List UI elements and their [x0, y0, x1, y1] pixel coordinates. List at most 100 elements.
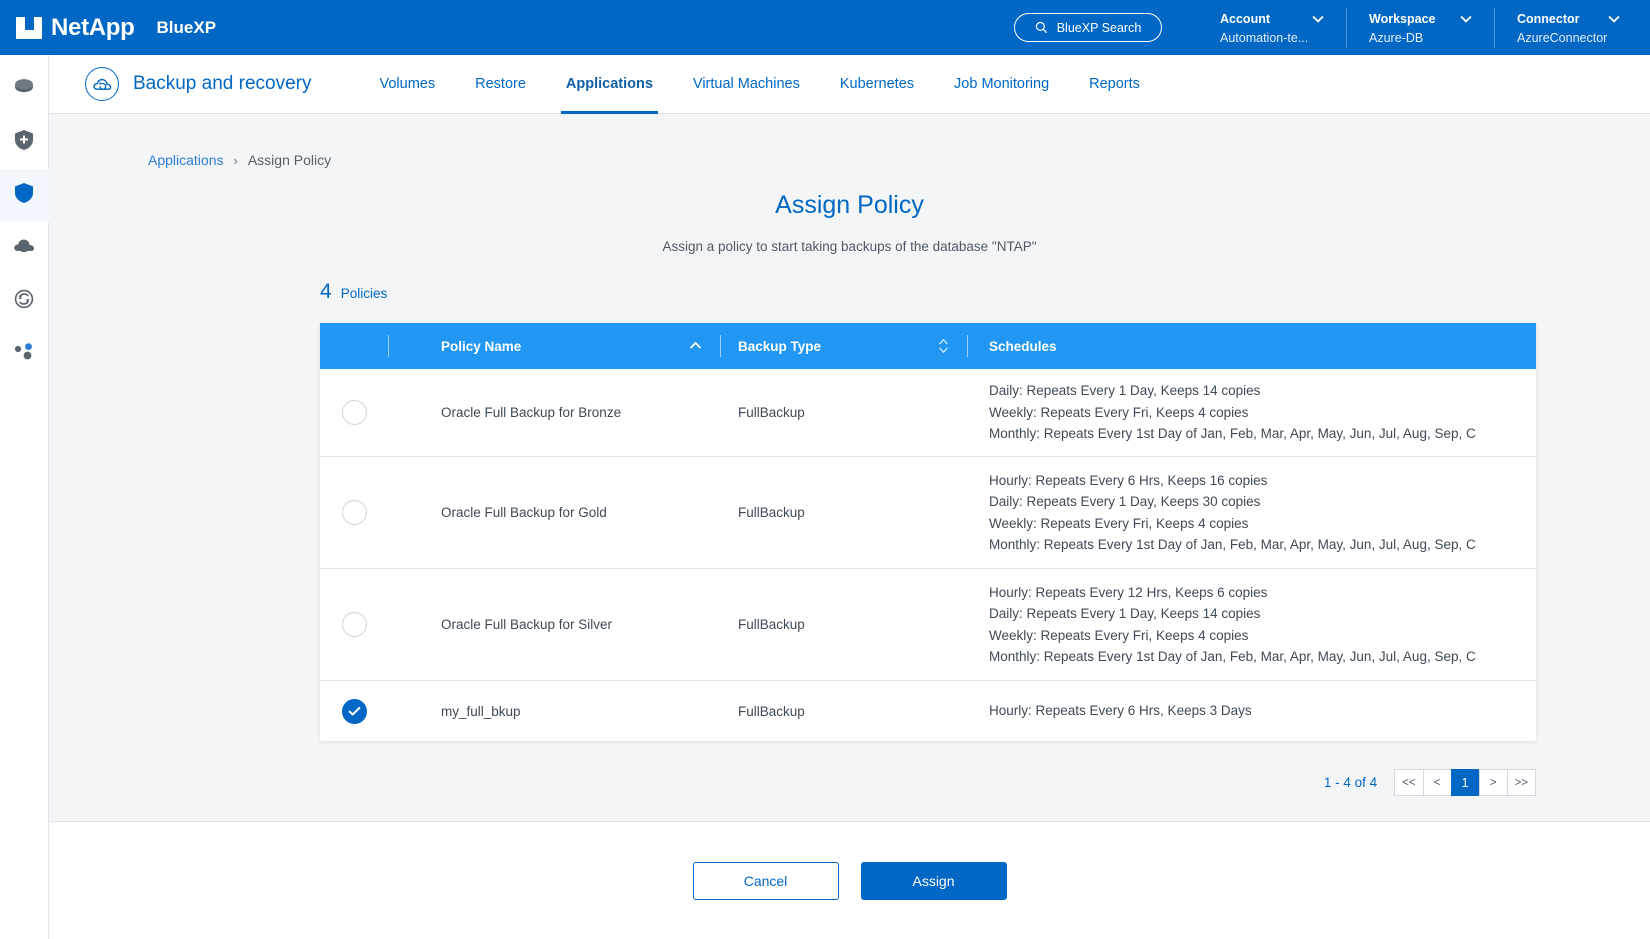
prev-page-button[interactable]: <: [1423, 769, 1452, 796]
mobility-icon: [13, 342, 35, 367]
schedule-line: Daily: Repeats Every 1 Day, Keeps 14 cop…: [989, 603, 1476, 625]
schedules-cell: Daily: Repeats Every 1 Day, Keeps 14 cop…: [967, 369, 1536, 456]
breadcrumb-current: Assign Policy: [248, 152, 331, 168]
page-1-button[interactable]: 1: [1451, 769, 1480, 796]
schedule-line: Daily: Repeats Every 1 Day, Keeps 14 cop…: [989, 380, 1476, 402]
policy-name-cell: Oracle Full Backup for Bronze: [388, 369, 720, 456]
column-header-policy-name[interactable]: Policy Name: [388, 323, 720, 369]
first-page-button[interactable]: <<: [1394, 769, 1423, 796]
tab-reports[interactable]: Reports: [1069, 55, 1160, 114]
table-row[interactable]: Oracle Full Backup for Silver FullBackup…: [320, 569, 1536, 681]
netapp-logo-icon: [16, 17, 42, 39]
table-row[interactable]: Oracle Full Backup for Bronze FullBackup…: [320, 369, 1536, 457]
last-page-button[interactable]: >>: [1507, 769, 1536, 796]
connector-selector[interactable]: Connector AzureConnector: [1494, 8, 1642, 48]
header-right-group: BlueXP Search Account Automation-te... W…: [1014, 0, 1650, 55]
cancel-button[interactable]: Cancel: [693, 862, 839, 900]
service-identity: Backup and recovery: [85, 67, 312, 101]
page-title: Assign Policy: [49, 191, 1650, 220]
schedule-line: Hourly: Repeats Every 6 Hrs, Keeps 16 co…: [989, 470, 1476, 492]
tab-kubernetes[interactable]: Kubernetes: [820, 55, 934, 114]
schedule-line: Hourly: Repeats Every 12 Hrs, Keeps 6 co…: [989, 582, 1476, 604]
pagination-buttons: << < 1 > >>: [1395, 769, 1536, 796]
schedule-line: Daily: Repeats Every 1 Day, Keeps 30 cop…: [989, 491, 1476, 513]
storage-icon: [13, 78, 35, 101]
schedules-cell: Hourly: Repeats Every 6 Hrs, Keeps 3 Day…: [967, 681, 1536, 741]
workspace-selector-value: Azure-DB: [1369, 31, 1472, 45]
connector-selector-value: AzureConnector: [1517, 31, 1620, 45]
check-icon: [348, 706, 361, 716]
chevron-down-icon: [1584, 10, 1620, 28]
pagination: 1 - 4 of 4 << < 1 > >>: [1324, 769, 1536, 796]
table-row[interactable]: Oracle Full Backup for Gold FullBackup H…: [320, 457, 1536, 569]
rail-item-storage[interactable]: [0, 63, 49, 116]
rail-item-governance[interactable]: [0, 222, 49, 275]
workspace-selector[interactable]: Workspace Azure-DB: [1346, 8, 1494, 48]
schedule-line: Weekly: Repeats Every Fri, Keeps 4 copie…: [989, 625, 1476, 647]
policy-radio[interactable]: [342, 699, 367, 724]
tab-volumes[interactable]: Volumes: [360, 55, 456, 114]
tab-job-monitoring[interactable]: Job Monitoring: [934, 55, 1069, 114]
schedule-line: Weekly: Repeats Every Fri, Keeps 4 copie…: [989, 513, 1476, 535]
next-page-button[interactable]: >: [1479, 769, 1508, 796]
chevron-up-icon[interactable]: [689, 338, 702, 353]
tab-virtual-machines[interactable]: Virtual Machines: [673, 55, 820, 114]
search-icon: [1035, 21, 1048, 34]
header-divider: [967, 335, 968, 357]
backup-type-cell: FullBackup: [720, 457, 967, 568]
account-selector-label: Account: [1220, 12, 1270, 26]
rail-item-protection[interactable]: [0, 169, 49, 222]
schedules-cell: Hourly: Repeats Every 6 Hrs, Keeps 16 co…: [967, 457, 1536, 568]
policy-radio[interactable]: [342, 400, 367, 425]
chevron-down-icon: [1288, 10, 1324, 28]
left-nav-rail: [0, 55, 49, 939]
column-header-schedules: Schedules: [967, 323, 1536, 369]
rail-item-mobility[interactable]: [0, 328, 49, 381]
action-footer: Cancel Assign: [49, 821, 1650, 939]
row-select-cell[interactable]: [320, 681, 388, 741]
service-tabs: Volumes Restore Applications Virtual Mac…: [360, 55, 1160, 114]
backup-type-cell: FullBackup: [720, 681, 967, 741]
row-select-cell[interactable]: [320, 457, 388, 568]
workspace-selector-label: Workspace: [1369, 12, 1435, 26]
schedule-line: Monthly: Repeats Every 1st Day of Jan, F…: [989, 423, 1476, 445]
header-divider: [720, 335, 721, 357]
schedules-cell: Hourly: Repeats Every 12 Hrs, Keeps 6 co…: [967, 569, 1536, 680]
rail-item-sync[interactable]: [0, 275, 49, 328]
sync-icon: [14, 289, 34, 314]
column-header-backup-type-label: Backup Type: [738, 339, 821, 354]
schedule-line: Monthly: Repeats Every 1st Day of Jan, F…: [989, 646, 1476, 668]
netapp-logo-text: NetApp: [51, 14, 135, 42]
netapp-logo[interactable]: NetApp: [16, 14, 135, 42]
breadcrumb-applications-link[interactable]: Applications: [148, 152, 224, 168]
column-header-backup-type[interactable]: Backup Type: [720, 323, 967, 369]
assign-button[interactable]: Assign: [861, 862, 1007, 900]
policy-name-cell: Oracle Full Backup for Gold: [388, 457, 720, 568]
service-nav: Backup and recovery Volumes Restore Appl…: [49, 55, 1650, 114]
row-select-cell[interactable]: [320, 369, 388, 456]
policies-table: Policy Name Backup Type Schedules: [320, 323, 1536, 741]
governance-icon: [13, 237, 35, 260]
schedule-line: Weekly: Repeats Every Fri, Keeps 4 copie…: [989, 402, 1476, 424]
account-selector[interactable]: Account Automation-te...: [1198, 8, 1346, 48]
rail-item-health[interactable]: [0, 116, 49, 169]
schedule-line: Monthly: Repeats Every 1st Day of Jan, F…: [989, 534, 1476, 556]
sort-updown-icon[interactable]: [938, 338, 949, 357]
table-row[interactable]: my_full_bkup FullBackup Hourly: Repeats …: [320, 681, 1536, 741]
chevron-down-icon: [1436, 10, 1472, 28]
column-header-select: [320, 323, 388, 369]
backup-type-cell: FullBackup: [720, 369, 967, 456]
row-select-cell[interactable]: [320, 569, 388, 680]
tab-restore[interactable]: Restore: [455, 55, 546, 114]
policy-radio[interactable]: [342, 500, 367, 525]
backup-cloud-icon: [85, 67, 119, 101]
account-selector-value: Automation-te...: [1220, 31, 1324, 45]
column-header-schedules-label: Schedules: [989, 339, 1057, 354]
main-content: Applications › Assign Policy Assign Poli…: [49, 114, 1650, 821]
connector-selector-label: Connector: [1517, 12, 1580, 26]
page-subtitle: Assign a policy to start taking backups …: [49, 239, 1650, 254]
policy-radio[interactable]: [342, 612, 367, 637]
bluexp-search-button[interactable]: BlueXP Search: [1014, 13, 1162, 42]
policies-count-number: 4: [320, 280, 332, 304]
tab-applications[interactable]: Applications: [546, 55, 673, 114]
